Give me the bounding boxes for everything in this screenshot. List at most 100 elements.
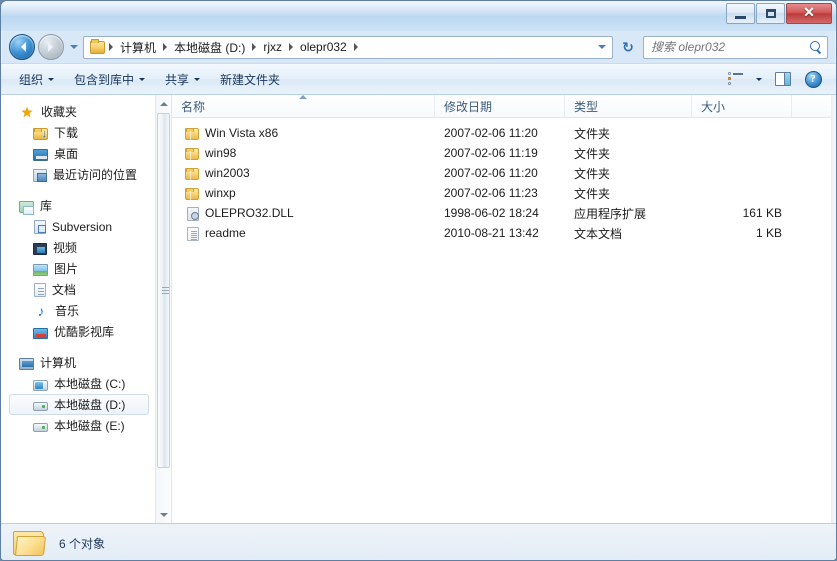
system-drive-icon: [33, 379, 48, 391]
library-icon: [19, 200, 34, 215]
breadcrumb-separator-icon: [289, 43, 294, 51]
file-list-scrollbar[interactable]: [831, 95, 836, 523]
new-folder-button[interactable]: 新建文件夹: [210, 66, 290, 93]
address-bar[interactable]: 计算机 本地磁盘 (D:) rjxz olepr032: [83, 35, 613, 59]
forward-button[interactable]: [38, 34, 64, 60]
history-dropdown-button[interactable]: [67, 37, 80, 57]
navigation-scrollbar[interactable]: [155, 95, 171, 523]
preview-pane-icon: [775, 72, 791, 86]
sidebar-item-videos[interactable]: 视频: [1, 237, 155, 258]
chevron-down-icon: [69, 45, 78, 53]
close-button[interactable]: ✕: [786, 3, 832, 24]
table-row[interactable]: readme 2010-08-21 13:42 文本文档 1 KB: [172, 223, 836, 243]
share-button[interactable]: 共享: [155, 66, 210, 93]
close-icon: ✕: [803, 5, 815, 21]
chevron-down-icon: [194, 78, 201, 84]
chevron-down-icon: [139, 78, 146, 84]
sidebar-item-label: 音乐: [55, 304, 80, 318]
sidebar-item-recent-places[interactable]: 最近访问的位置: [1, 164, 155, 185]
breadcrumb-item-0[interactable]: 计算机: [116, 37, 160, 58]
column-header-name[interactable]: 名称: [172, 95, 435, 117]
search-box[interactable]: [643, 35, 828, 59]
sidebar-item-label: 本地磁盘 (C:): [54, 377, 126, 391]
nav-group-computer: 计算机 本地磁盘 (C:) 本地磁盘 (D:) 本地磁盘 (E:): [1, 352, 155, 436]
file-date-cell: 2007-02-06 11:23: [444, 186, 538, 200]
column-header-date[interactable]: 修改日期: [435, 95, 565, 117]
dll-icon: [187, 206, 199, 221]
file-date-cell: 2007-02-06 11:20: [444, 126, 538, 140]
table-row[interactable]: win2003 2007-02-06 11:20 文件夹: [172, 163, 836, 183]
help-button[interactable]: ?: [798, 67, 828, 91]
column-header-type[interactable]: 类型: [565, 95, 692, 117]
sidebar-item-label: 库: [40, 199, 53, 213]
view-dropdown-button[interactable]: [750, 67, 768, 91]
address-dropdown-button[interactable]: [594, 37, 610, 58]
file-name-cell: Win Vista x86: [172, 126, 435, 140]
search-input[interactable]: [651, 40, 810, 54]
file-rows: Win Vista x86 2007-02-06 11:20 文件夹 win98…: [172, 118, 836, 243]
picture-icon: [33, 263, 48, 276]
maximize-icon: [765, 9, 776, 18]
new-folder-label: 新建文件夹: [220, 72, 281, 87]
sidebar-item-pictures[interactable]: 图片: [1, 258, 155, 279]
sidebar-item-downloads[interactable]: 下载: [1, 122, 155, 143]
file-name-label: readme: [205, 226, 246, 240]
sidebar-item-desktop[interactable]: 桌面: [1, 143, 155, 164]
refresh-button[interactable]: ↻: [616, 36, 640, 59]
breadcrumb-item-2[interactable]: rjxz: [259, 38, 286, 56]
breadcrumb-item-3[interactable]: olepr032: [296, 38, 351, 56]
help-icon: ?: [804, 70, 822, 88]
file-size-cell: 1 KB: [755, 226, 782, 240]
command-toolbar: 组织 包含到库中 共享 新建文件夹 ?: [1, 63, 836, 95]
search-icon: [810, 40, 823, 54]
table-row[interactable]: win98 2007-02-06 11:19 文件夹: [172, 143, 836, 163]
explorer-window: ✕ 计算机 本地磁盘 (D:) rjxz olepr032 ↻ 搜索 olepr…: [0, 0, 837, 561]
breadcrumb-separator-icon: [252, 43, 257, 51]
scroll-up-button[interactable]: [156, 95, 171, 111]
file-name-cell: readme: [172, 226, 435, 241]
folder-icon: [185, 168, 199, 180]
table-row[interactable]: winxp 2007-02-06 11:23 文件夹: [172, 183, 836, 203]
sidebar-item-music[interactable]: ♪ 音乐: [1, 300, 155, 321]
change-view-button[interactable]: [720, 67, 750, 91]
sidebar-item-youku[interactable]: 优酷影视库: [1, 321, 155, 342]
sidebar-item-label: Subversion: [52, 219, 113, 234]
minimize-button[interactable]: [726, 3, 755, 24]
address-bar-row: 计算机 本地磁盘 (D:) rjxz olepr032 ↻: [1, 31, 836, 63]
sidebar-item-label: 下载: [54, 126, 79, 140]
sidebar-item-drive-c[interactable]: 本地磁盘 (C:): [1, 373, 155, 394]
organize-label: 组织: [19, 72, 44, 87]
sidebar-item-libraries[interactable]: 库: [1, 195, 155, 216]
video-icon: [33, 242, 47, 255]
back-button[interactable]: [9, 34, 35, 60]
organize-button[interactable]: 组织: [9, 66, 64, 93]
preview-pane-button[interactable]: [768, 67, 798, 91]
sidebar-item-label: 视频: [53, 241, 78, 255]
chevron-down-icon: [756, 78, 762, 84]
sidebar-item-favorites[interactable]: ★ 收藏夹: [1, 101, 155, 122]
sidebar-item-documents[interactable]: 文档: [1, 279, 155, 300]
sidebar-item-subversion[interactable]: Subversion: [1, 216, 155, 237]
refresh-icon: ↻: [622, 39, 634, 55]
table-row[interactable]: Win Vista x86 2007-02-06 11:20 文件夹: [172, 123, 836, 143]
file-name-cell: win98: [172, 146, 435, 160]
include-in-library-button[interactable]: 包含到库中: [64, 66, 155, 93]
youku-icon: [33, 327, 48, 339]
scroll-down-button[interactable]: [156, 507, 171, 523]
file-date-cell: 2010-08-21 13:42: [444, 226, 539, 240]
maximize-button[interactable]: [756, 3, 785, 24]
breadcrumb-item-1[interactable]: 本地磁盘 (D:): [170, 37, 249, 58]
file-date-cell: 2007-02-06 11:19: [444, 146, 538, 160]
file-date-cell: 2007-02-06 11:20: [444, 166, 538, 180]
scrollbar-thumb[interactable]: [157, 113, 170, 468]
sidebar-item-drive-d[interactable]: 本地磁盘 (D:): [9, 394, 149, 415]
column-header-label: 类型: [574, 99, 599, 114]
title-bar[interactable]: ✕: [1, 1, 836, 31]
sidebar-item-label: 图片: [54, 262, 79, 276]
view-list-icon: [727, 72, 743, 85]
download-folder-icon: [33, 127, 48, 140]
sidebar-item-drive-e[interactable]: 本地磁盘 (E:): [1, 415, 155, 436]
table-row[interactable]: OLEPRO32.DLL 1998-06-02 18:24 应用程序扩展 161…: [172, 203, 836, 223]
sidebar-item-computer[interactable]: 计算机: [1, 352, 155, 373]
column-header-size[interactable]: 大小: [692, 95, 792, 117]
